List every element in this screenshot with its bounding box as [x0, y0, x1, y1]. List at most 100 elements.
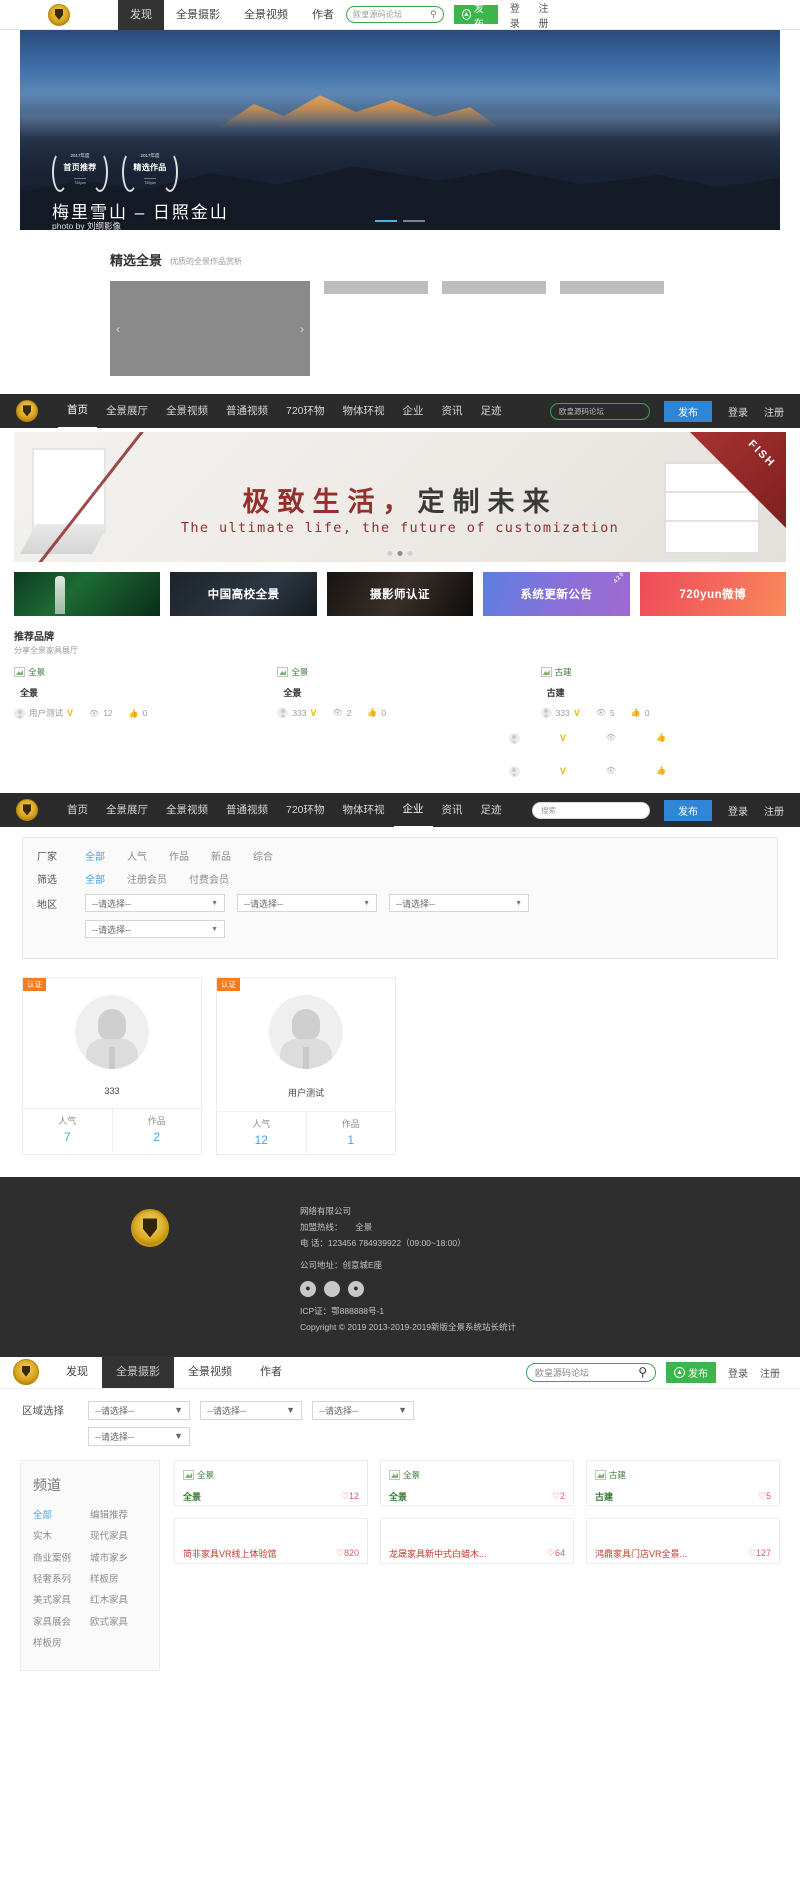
author-card[interactable]: 认证 用户测试 人气 12 作品 1 [216, 977, 396, 1155]
nav-tab-discover[interactable]: 发现 [118, 0, 164, 30]
channel-item-model-room-2[interactable]: 样板房 [33, 1633, 90, 1654]
filter-option-works[interactable]: 作品 [169, 848, 189, 863]
region-select-province[interactable]: --请选择-- ▼ [85, 894, 225, 912]
nav-tab-author[interactable]: 作者 [246, 1356, 296, 1388]
nav-item-panorama-hall[interactable]: 全景展厅 [97, 793, 157, 827]
publish-button[interactable]: ▲ 发布 [453, 4, 498, 30]
gallery-card[interactable]: 古建 古建 ♡5 [586, 1459, 780, 1506]
nav-item-footprint[interactable]: 足迹 [472, 394, 511, 428]
nav-item-panorama-video[interactable]: 全景视频 [157, 394, 217, 428]
publish-button[interactable]: ▲ 发布 [666, 1361, 716, 1383]
author-card[interactable]: 认证 333 人气 7 作品 2 [22, 977, 202, 1155]
featured-main-slide[interactable]: ‹ › [110, 281, 310, 376]
search-box[interactable]: 欧皇源码论坛 ⚲ [526, 1362, 656, 1382]
gallery-card[interactable]: 龙晟家具新中式白蜡木... ♡64 [380, 1517, 574, 1564]
channel-item-furniture-expo[interactable]: 家具展会 [33, 1612, 90, 1633]
nav-tab-panorama-photo[interactable]: 全景摄影 [102, 1356, 174, 1389]
channel-item-american-furniture[interactable]: 美式家具 [33, 1590, 90, 1611]
tile-system-update-notice[interactable]: 420 系统更新公告 [483, 572, 630, 616]
nav-tab-discover[interactable]: 发现 [52, 1356, 102, 1388]
login-link[interactable]: 登录 [728, 1365, 748, 1380]
channel-item-business-case[interactable]: 商业案例 [33, 1548, 90, 1569]
nav-tab-panorama-video[interactable]: 全景视频 [174, 1356, 246, 1388]
channel-item-model-room[interactable]: 样板房 [90, 1569, 147, 1590]
banner-dot-2[interactable] [397, 551, 403, 556]
site-logo[interactable] [16, 400, 38, 422]
publish-button[interactable]: 发布 [664, 799, 712, 821]
nav-tab-panorama-video[interactable]: 全景视频 [232, 0, 300, 30]
filter-option-paid-member[interactable]: 付费会员 [189, 871, 229, 886]
tile-photographer-certification[interactable]: 摄影师认证 [326, 572, 474, 616]
channel-item-editor-pick[interactable]: 编辑推荐 [90, 1505, 147, 1526]
nav-item-home[interactable]: 首页 [58, 793, 97, 827]
nav-item-enterprise[interactable]: 企业 [393, 792, 433, 828]
channel-item-mahogany-furniture[interactable]: 红木家具 [90, 1590, 147, 1611]
site-logo[interactable] [0, 1359, 52, 1386]
hero-banner[interactable]: 2017年度 首页推荐 720yun 2017年度 精选作品 720yun 梅里… [20, 30, 780, 230]
wechat-icon[interactable]: ● [300, 1280, 316, 1297]
prev-arrow-icon[interactable]: ‹ [116, 322, 120, 336]
nav-tab-author[interactable]: 作者 [300, 0, 346, 30]
region-select-district[interactable]: --请选择-- ▼ [312, 1400, 414, 1420]
brand-author[interactable]: 333 V [540, 707, 580, 718]
nav-item-panorama-video[interactable]: 全景视频 [157, 793, 217, 827]
filter-option-registered-member[interactable]: 注册会员 [127, 871, 167, 886]
next-arrow-icon[interactable]: › [300, 322, 304, 336]
nav-item-720-object[interactable]: 720环物 [277, 793, 334, 827]
nav-item-panorama-hall[interactable]: 全景展厅 [97, 394, 157, 428]
featured-thumb[interactable] [324, 281, 428, 294]
register-link[interactable]: 注册 [764, 803, 784, 818]
channel-item-solid-wood[interactable]: 实木 [33, 1526, 90, 1547]
search-input[interactable]: 欧皇源码论坛 [535, 1366, 638, 1379]
login-link[interactable]: 登录 [728, 803, 748, 818]
nav-item-normal-video[interactable]: 普通视频 [217, 793, 277, 827]
banner-carousel-dots[interactable] [387, 551, 413, 556]
gallery-card[interactable]: 鸿鼎家具门店VR全景... ♡127 [586, 1517, 780, 1564]
nav-item-footprint[interactable]: 足迹 [472, 793, 511, 827]
login-link[interactable]: 登录 [510, 0, 527, 30]
nav-item-enterprise[interactable]: 企业 [394, 394, 433, 428]
filter-option-composite[interactable]: 综合 [253, 848, 273, 863]
publish-button[interactable]: 发布 [664, 400, 712, 422]
carousel-dot-2[interactable] [403, 219, 425, 222]
tile-720yun-weibo[interactable]: 720yun微博 [639, 572, 787, 616]
banner-dot-3[interactable] [407, 551, 413, 556]
qq-icon[interactable]: ● [348, 1280, 364, 1297]
tile-rocket[interactable] [14, 572, 161, 616]
search-box[interactable]: 欧皇源码论坛 ⚲ [346, 6, 444, 23]
carousel-dot-1[interactable] [375, 219, 397, 222]
filter-option-all[interactable]: 全部 [85, 848, 105, 863]
site-logo[interactable] [0, 3, 118, 26]
weibo-icon[interactable] [324, 1280, 340, 1297]
featured-thumb[interactable] [560, 281, 664, 294]
login-link[interactable]: 登录 [728, 404, 748, 419]
gallery-card[interactable]: 全景 全景 ♡2 [380, 1459, 574, 1506]
region-select-street[interactable]: --请选择-- ▼ [88, 1426, 190, 1446]
nav-item-news[interactable]: 资讯 [433, 793, 472, 827]
nav-item-720-object[interactable]: 720环物 [277, 394, 334, 428]
search-input[interactable]: 欧皇源码论坛 [353, 9, 430, 20]
channel-item-light-luxury[interactable]: 轻奢系列 [33, 1569, 90, 1590]
brand-author[interactable]: 333 V [277, 707, 317, 718]
register-link[interactable]: 注册 [760, 1365, 780, 1380]
nav-item-normal-video[interactable]: 普通视频 [217, 394, 277, 428]
featured-thumb[interactable] [442, 281, 546, 294]
site-logo[interactable] [16, 799, 38, 821]
brand-item[interactable]: 全景 全景 333 V 👁 2 👍 0 [277, 666, 522, 719]
channel-item-city-hometown[interactable]: 城市家乡 [90, 1548, 147, 1569]
gallery-card[interactable]: 简非家具VR线上体验馆 ♡820 [174, 1517, 368, 1564]
nav-item-home[interactable]: 首页 [58, 393, 97, 429]
nav-item-object-view[interactable]: 物体环视 [334, 394, 394, 428]
filter-option-new[interactable]: 新品 [211, 848, 231, 863]
region-select-street[interactable]: --请选择-- ▼ [85, 920, 225, 938]
region-select-district[interactable]: --请选择-- ▼ [389, 894, 529, 912]
search-input[interactable]: 搜索 [532, 801, 650, 819]
gallery-card[interactable]: 全景 全景 ♡12 [174, 1459, 368, 1506]
nav-item-object-view[interactable]: 物体环视 [334, 793, 394, 827]
search-icon[interactable]: ⚲ [430, 9, 437, 20]
filter-option-all[interactable]: 全部 [85, 871, 105, 886]
region-select-province[interactable]: --请选择-- ▼ [88, 1400, 190, 1420]
banner-dot-1[interactable] [387, 551, 393, 556]
search-icon[interactable]: ⚲ [638, 1365, 647, 1379]
brand-author[interactable]: 用户测试 V [14, 707, 73, 719]
